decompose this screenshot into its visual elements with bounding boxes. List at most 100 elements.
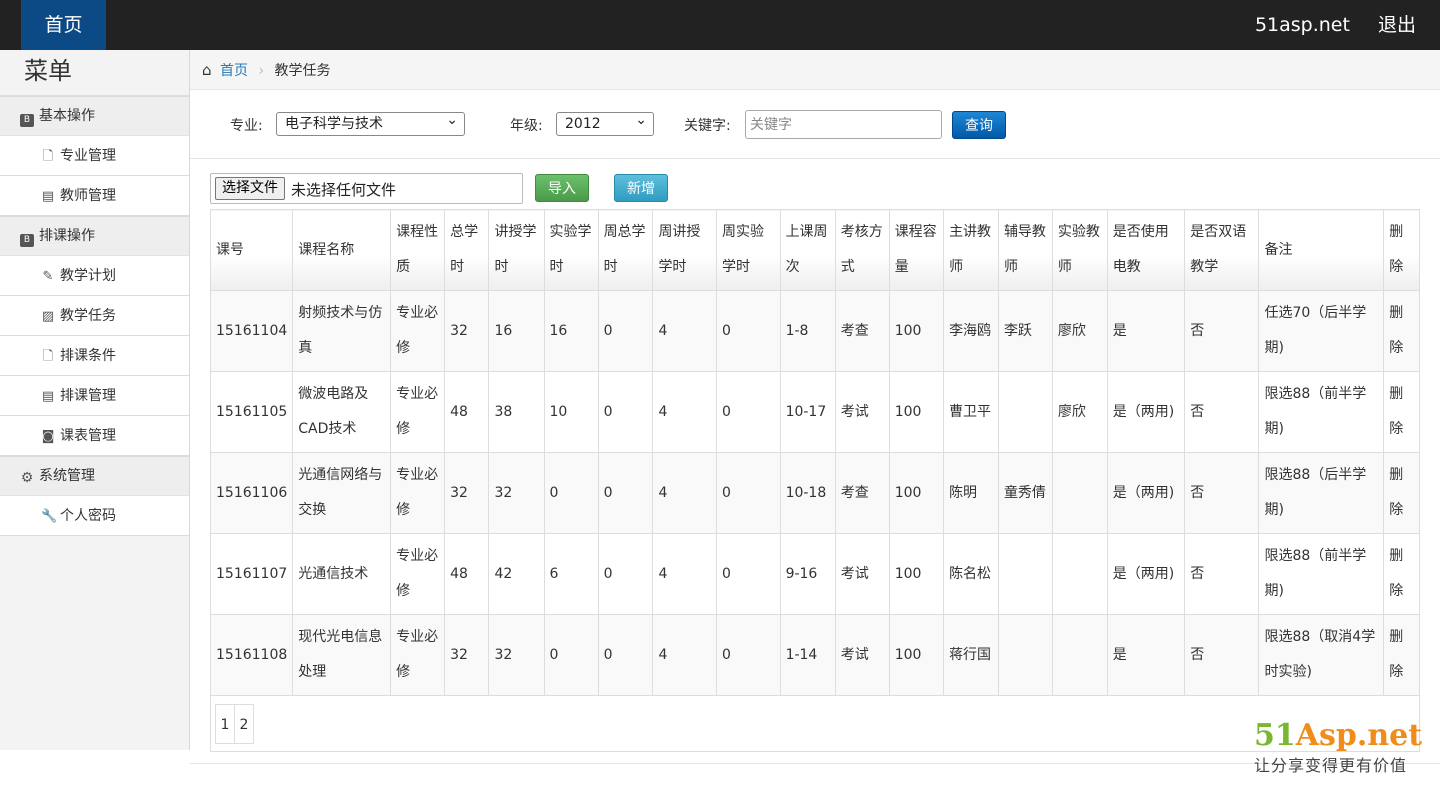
keyword-input[interactable]	[745, 110, 942, 139]
watermark-logo: 51Asp.net	[1254, 718, 1423, 753]
item-label: 教学任务	[60, 308, 116, 324]
table-row: 15161107 光通信技术 专业必修 48 42 6 0 4 0 9-16 考试 100 陈名松 是（两…	[209, 533, 1420, 615]
book-icon: B	[20, 114, 34, 127]
table-cell: 否	[1184, 452, 1260, 534]
item-label: 教学计划	[60, 268, 116, 284]
item-label: 专业管理	[60, 148, 116, 164]
column-header: 实验教师	[1051, 209, 1108, 291]
column-header: 总学时	[444, 209, 490, 291]
import-button[interactable]: 导入	[535, 174, 589, 202]
delete-link[interactable]: 删除	[1383, 371, 1420, 453]
column-header: 周实验学时	[716, 209, 781, 291]
table-cell: 考试	[834, 371, 890, 453]
column-header: 实验学时	[543, 209, 599, 291]
bottom-divider	[190, 763, 1440, 764]
table-cell: 32	[488, 452, 545, 534]
column-header: 课程性质	[390, 209, 446, 291]
item-label: 个人密码	[60, 508, 116, 524]
delete-link[interactable]: 删除	[1383, 533, 1420, 615]
table-cell: 32	[444, 452, 490, 534]
file-icon: 🗋	[42, 149, 54, 164]
sidebar-item-plan[interactable]: ✎ 教学计划	[0, 256, 189, 296]
table-cell: 16	[543, 290, 599, 372]
table-cell: 15161106	[209, 452, 294, 534]
table-cell: 15161108	[209, 614, 294, 696]
table-cell: 4	[652, 290, 717, 372]
keyword-label: 关键字:	[684, 118, 731, 134]
table-cell: 专业必修	[390, 452, 446, 534]
column-header: 周讲授学时	[652, 209, 717, 291]
table-cell: 0	[716, 371, 781, 453]
sidebar-item-teacher[interactable]: ▤ 教师管理	[0, 176, 189, 216]
table-cell: 否	[1184, 533, 1260, 615]
table-cell: 0	[543, 452, 599, 534]
table-cell: 100	[888, 614, 945, 696]
breadcrumb: ⌂ 首页 › 教学任务	[190, 50, 1440, 90]
logout-link[interactable]: 退出	[1378, 14, 1416, 36]
nav-home-tab[interactable]: 首页	[21, 0, 106, 50]
sidebar-item-password[interactable]: 🔧 个人密码	[0, 496, 189, 536]
column-header: 删除	[1383, 209, 1420, 291]
group-label: 排课操作	[39, 228, 95, 244]
choose-file-button[interactable]: 选择文件	[215, 177, 285, 200]
add-button[interactable]: 新增	[614, 174, 668, 202]
table-row: 15161104 射频技术与仿真 专业必修 32 16 16 0 4 0 1-8 考查 100 李海鸥李…	[209, 290, 1420, 372]
sidebar-group-system[interactable]: ⚙ 系统管理	[0, 456, 189, 496]
table-cell: 42	[488, 533, 545, 615]
major-select[interactable]: 电子科学与技术	[276, 109, 465, 136]
breadcrumb-home-link[interactable]: 首页	[220, 63, 248, 79]
watermark-slogan: 让分享变得更有价值	[1254, 756, 1408, 775]
breadcrumb-current: 教学任务	[274, 63, 331, 79]
table-cell	[1051, 614, 1108, 696]
sidebar-item-timetable[interactable]: ◙ 课表管理	[0, 416, 189, 456]
sidebar-item-task[interactable]: ▨ 教学任务	[0, 296, 189, 336]
table-cell: 曹卫平	[943, 371, 999, 453]
table-cell: 15161107	[209, 533, 294, 615]
sidebar-item-condition[interactable]: 🗋 排课条件	[0, 336, 189, 376]
grade-select[interactable]: 2012	[556, 109, 654, 136]
table-row: 15161106 光通信网络与交换 专业必修 32 32 0 0 4 0 10-18 考查 100 陈明…	[209, 452, 1420, 534]
table-row: 15161108 现代光电信息处理 专业必修 32 32 0 0 4 0 1-14 考试 100 蒋行国…	[209, 614, 1420, 696]
site-link[interactable]: 51asp.net	[1255, 14, 1350, 36]
sidebar-group-basic[interactable]: B 基本操作	[0, 96, 189, 136]
table-cell: 专业必修	[390, 533, 446, 615]
table-cell: 专业必修	[390, 614, 446, 696]
page-2-link[interactable]: 2	[234, 704, 254, 744]
table-cell	[1051, 452, 1108, 534]
no-file-text: 未选择任何文件	[291, 181, 397, 199]
table-cell: 考查	[834, 452, 890, 534]
file-input[interactable]: 选择文件 未选择任何文件	[210, 173, 523, 204]
column-header: 课程容量	[888, 209, 945, 291]
table-cell: 是	[1106, 614, 1186, 696]
top-navbar: 首页 51asp.net 退出	[0, 0, 1440, 50]
sidebar-item-schedule[interactable]: ▤ 排课管理	[0, 376, 189, 416]
table-cell: 1-8	[779, 290, 836, 372]
table-cell: 0	[597, 371, 654, 453]
query-button[interactable]: 查询	[952, 111, 1006, 139]
table-cell	[997, 533, 1053, 615]
sidebar-item-major[interactable]: 🗋 专业管理	[0, 136, 189, 176]
filter-bar: 专业: 电子科学与技术 年级: 2012 关键字: 查询	[190, 90, 1440, 159]
table-cell: 光通信技术	[292, 533, 392, 615]
list-icon: ▤	[41, 389, 55, 404]
table-cell: 32	[444, 290, 490, 372]
delete-link[interactable]: 删除	[1383, 452, 1420, 534]
table-cell: 否	[1184, 371, 1260, 453]
table-cell: 0	[597, 290, 654, 372]
table-cell: 限选88（取消4学时实验)	[1258, 614, 1385, 696]
sidebar-group-scheduling[interactable]: B 排课操作	[0, 216, 189, 256]
table-cell: 是（两用)	[1106, 533, 1186, 615]
table-cell: 10	[543, 371, 599, 453]
delete-link[interactable]: 删除	[1383, 614, 1420, 696]
table-cell: 是（两用)	[1106, 452, 1186, 534]
table-cell: 蒋行国	[943, 614, 999, 696]
table-cell: 否	[1184, 614, 1260, 696]
delete-link[interactable]: 删除	[1383, 290, 1420, 372]
gear-icon: ⚙	[20, 470, 34, 486]
page-1-link[interactable]: 1	[215, 704, 235, 744]
menu-title: 菜单	[0, 50, 189, 96]
book-icon: B	[20, 234, 34, 247]
table-header-row: 课号 课程名称 课程性质 总学时 讲授学时 实验学时 周总学时 周讲授学时 周实验学时 上课周次考…	[209, 209, 1420, 291]
table-cell: 是（两用)	[1106, 371, 1186, 453]
table-cell: 考试	[834, 614, 890, 696]
